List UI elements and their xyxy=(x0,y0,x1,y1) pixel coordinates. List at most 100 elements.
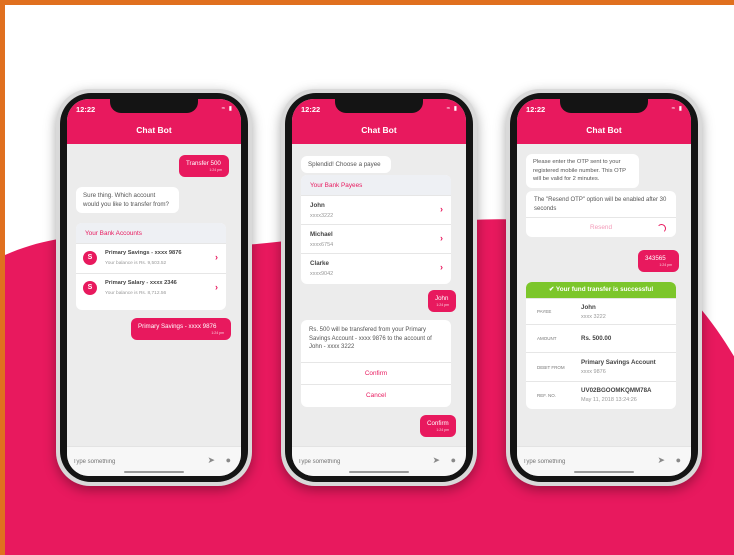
receipt-value: Rs. 500.00 xyxy=(581,335,612,342)
message-text: Transfer 500 xyxy=(186,160,221,167)
phone-notch xyxy=(335,99,423,113)
chat-title: Chat Bot xyxy=(361,125,397,135)
chat-screen-2: 12:22 ≈ ▮ Chat Bot Splendid! Choose a pa… xyxy=(292,99,466,476)
account-avatar: S xyxy=(83,251,97,265)
receipt-row: DEBIT FROM Primary Savings Account xxxx … xyxy=(526,352,676,381)
bot-message: Sure thing. Which account would you like… xyxy=(76,187,179,213)
payees-card: Your Bank Payees John xxxx3222 › Michael… xyxy=(301,175,451,284)
send-icon[interactable]: ➤ xyxy=(432,455,440,466)
user-message: Confirm 1:24 pm xyxy=(420,415,456,437)
mic-icon[interactable]: ● xyxy=(676,455,681,465)
cancel-button[interactable]: Cancel xyxy=(301,384,451,407)
message-input[interactable] xyxy=(73,453,193,471)
confirm-card: Rs. 500 will be transfered from your Pri… xyxy=(301,320,451,407)
account-balance: Your balance is Rs. 9,503.52 xyxy=(105,261,167,266)
home-indicator xyxy=(124,471,184,473)
payee-name: John xyxy=(310,202,325,209)
chevron-right-icon: › xyxy=(440,204,443,214)
chat-screen-3: 12:22 ≈ ▮ Chat Bot Please enter the OTP … xyxy=(517,99,691,476)
chevron-right-icon: › xyxy=(440,233,443,243)
success-title: Your fund transfer is successful xyxy=(555,286,654,293)
receipt-subvalue: xxxx 9876 xyxy=(581,369,606,375)
message-text: Confirm xyxy=(427,420,449,427)
payee-account: xxxx6754 xyxy=(310,242,334,248)
resend-info: The "Resend OTP" option will be enabled … xyxy=(534,197,667,212)
payee-option[interactable]: Clarke xxxx9042 › xyxy=(301,253,451,283)
chat-header: 12:22 ≈ ▮ Chat Bot xyxy=(292,99,466,144)
chevron-right-icon: › xyxy=(215,282,218,292)
message-text: Primary Savings - xxxx 9876 xyxy=(138,323,217,330)
account-balance: Your balance is Rs. 8,712.56 xyxy=(105,291,167,296)
message-composer: ➤ ● xyxy=(292,446,466,476)
home-indicator xyxy=(574,471,634,473)
chevron-right-icon: › xyxy=(215,252,218,262)
confirm-button[interactable]: Confirm xyxy=(301,362,451,384)
phone-frame-3: 12:22 ≈ ▮ Chat Bot Please enter the OTP … xyxy=(506,89,702,486)
phone-frame-2: 12:22 ≈ ▮ Chat Bot Splendid! Choose a pa… xyxy=(281,89,477,486)
status-time: 12:22 xyxy=(526,105,546,114)
chat-header: 12:22 ≈ ▮ Chat Bot xyxy=(517,99,691,144)
user-message: Primary Savings - xxxx 9876 1:24 pm xyxy=(131,318,231,340)
receipt-value: John xyxy=(581,304,596,311)
receipt-label: DEBIT FROM xyxy=(537,365,565,370)
phone-frame-1: 12:22 ≈ ▮ Chat Bot Transfer 500 1:24 pm … xyxy=(56,89,252,486)
receipt-label: REF. NO. xyxy=(537,393,557,398)
accounts-card-title: Your Bank Accounts xyxy=(76,223,226,243)
chat-title: Chat Bot xyxy=(586,125,622,135)
send-icon[interactable]: ➤ xyxy=(657,455,665,466)
mic-icon[interactable]: ● xyxy=(226,455,231,465)
message-timestamp: 1:24 pm xyxy=(436,428,449,432)
message-input[interactable] xyxy=(298,453,418,471)
home-indicator xyxy=(349,471,409,473)
payee-account: xxxx3222 xyxy=(310,213,334,219)
confirm-message: Rs. 500 will be transfered from your Pri… xyxy=(309,327,432,350)
message-text: John xyxy=(435,295,449,302)
account-name: Primary Savings - xxxx 9876 xyxy=(105,250,182,256)
account-option[interactable]: S Primary Savings - xxxx 9876 Your balan… xyxy=(76,243,226,273)
receipt-value: UV02BGOOMKQMM78A xyxy=(581,387,652,394)
mic-icon[interactable]: ● xyxy=(451,455,456,465)
status-icons: ≈ ▮ xyxy=(446,106,458,112)
account-name: Primary Salary - xxxx 2346 xyxy=(105,280,177,286)
bot-message: Splendid! Choose a payee xyxy=(301,156,391,173)
check-circle-icon: ✔ xyxy=(548,286,555,293)
resend-label: Resend xyxy=(589,224,613,231)
payees-card-title: Your Bank Payees xyxy=(301,175,451,195)
receipt-label: AMOUNT xyxy=(537,336,557,341)
receipt-row: PAYEE John xxxx 3222 xyxy=(526,298,676,324)
success-banner: ✔ Your fund transfer is successful xyxy=(526,282,676,298)
status-icons: ≈ ▮ xyxy=(221,106,233,112)
chat-header: 12:22 ≈ ▮ Chat Bot xyxy=(67,99,241,144)
message-timestamp: 1:24 pm xyxy=(211,331,224,335)
resend-button[interactable]: Resend xyxy=(526,217,676,237)
user-message: 343565 1:24 pm xyxy=(638,250,679,272)
receipt-subvalue: May 11, 2018 13:24:26 xyxy=(581,397,637,403)
account-avatar: S xyxy=(83,281,97,295)
receipt-subvalue: xxxx 3222 xyxy=(581,314,606,320)
payee-option[interactable]: Michael xxxx6754 › xyxy=(301,224,451,253)
account-option[interactable]: S Primary Salary - xxxx 2346 Your balanc… xyxy=(76,273,226,303)
receipt-row: REF. NO. UV02BGOOMKQMM78A May 11, 2018 1… xyxy=(526,381,676,409)
payee-name: Michael xyxy=(310,231,333,238)
message-input[interactable] xyxy=(523,453,643,471)
receipt-value: Primary Savings Account xyxy=(581,359,656,366)
send-icon[interactable]: ➤ xyxy=(207,455,215,466)
bot-message: Please enter the OTP sent to your regist… xyxy=(526,154,639,188)
resend-card: The "Resend OTP" option will be enabled … xyxy=(526,191,676,237)
user-message: John 1:24 pm xyxy=(428,290,456,312)
chat-title: Chat Bot xyxy=(136,125,172,135)
status-time: 12:22 xyxy=(76,105,96,114)
payee-account: xxxx9042 xyxy=(310,271,334,277)
chat-screen-1: 12:22 ≈ ▮ Chat Bot Transfer 500 1:24 pm … xyxy=(67,99,241,476)
transfer-receipt-card: ✔ Your fund transfer is successful PAYEE… xyxy=(526,282,676,409)
receipt-label: PAYEE xyxy=(537,309,552,314)
chevron-right-icon: › xyxy=(440,262,443,272)
status-icons: ≈ ▮ xyxy=(671,106,683,112)
loading-spinner-icon xyxy=(657,224,666,233)
status-time: 12:22 xyxy=(301,105,321,114)
phone-notch xyxy=(560,99,648,113)
accounts-card: Your Bank Accounts S Primary Savings - x… xyxy=(76,223,226,310)
payee-option[interactable]: John xxxx3222 › xyxy=(301,195,451,224)
message-timestamp: 1:24 pm xyxy=(659,263,672,267)
message-composer: ➤ ● xyxy=(67,446,241,476)
